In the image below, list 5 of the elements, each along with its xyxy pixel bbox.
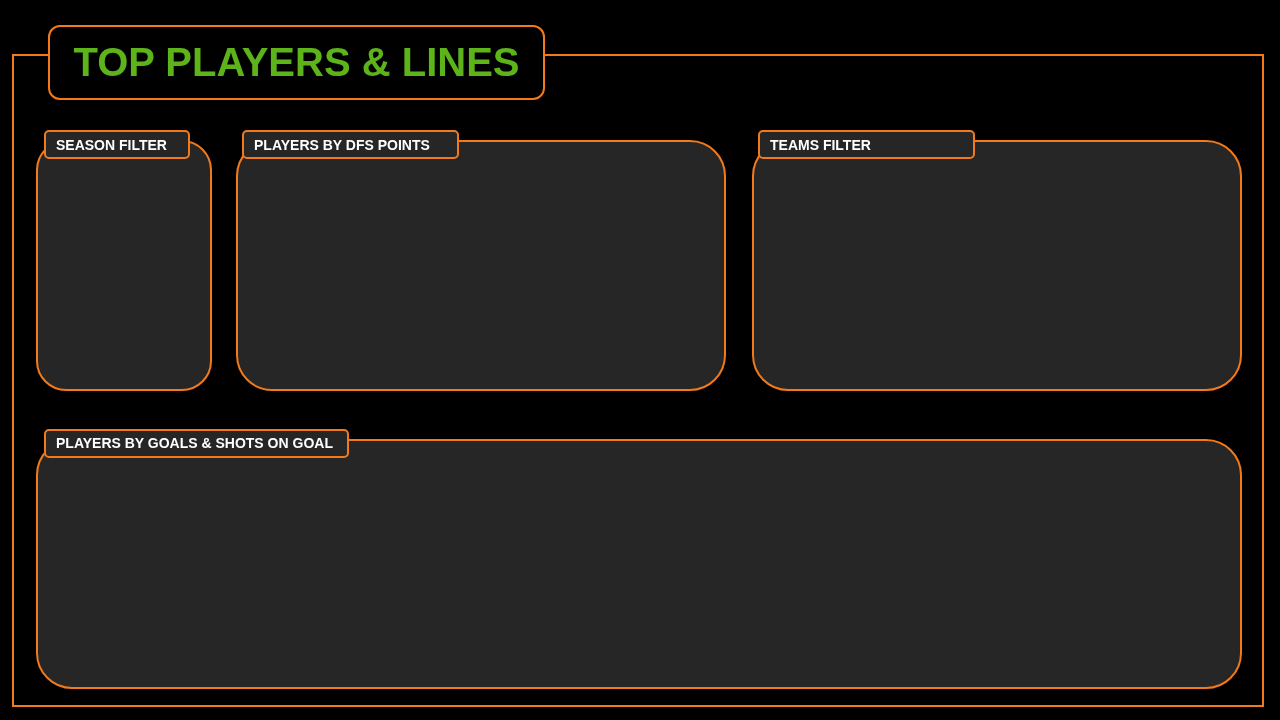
dashboard-title: TOP PLAYERS & LINES xyxy=(48,25,545,100)
panel-label: SEASON FILTER xyxy=(44,130,190,159)
panel-label: PLAYERS BY GOALS & SHOTS ON GOAL xyxy=(44,428,349,458)
panel-label: TEAMS FILTER xyxy=(758,130,975,159)
panel-label: PLAYERS BY DFS POINTS xyxy=(242,130,459,159)
